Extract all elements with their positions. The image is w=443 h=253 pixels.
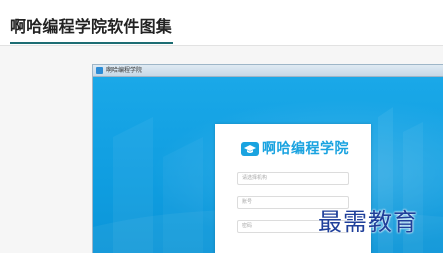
brand-logo: 啊哈编程学院 [240, 137, 349, 159]
header-divider [0, 45, 443, 46]
title-underline [10, 42, 173, 44]
institution-select[interactable] [237, 172, 349, 185]
window-titlebar[interactable]: 啊哈编程学院 [93, 65, 443, 77]
brand-name: 啊哈编程学院 [262, 141, 349, 157]
page-header: 啊哈编程学院软件图集 [0, 0, 443, 46]
window-title: 啊哈编程学院 [106, 67, 143, 74]
window-app-icon [96, 67, 103, 74]
graduation-cap-icon [241, 142, 259, 156]
page-title: 啊哈编程学院软件图集 [10, 17, 173, 36]
watermark: 最需教育 [318, 208, 418, 236]
